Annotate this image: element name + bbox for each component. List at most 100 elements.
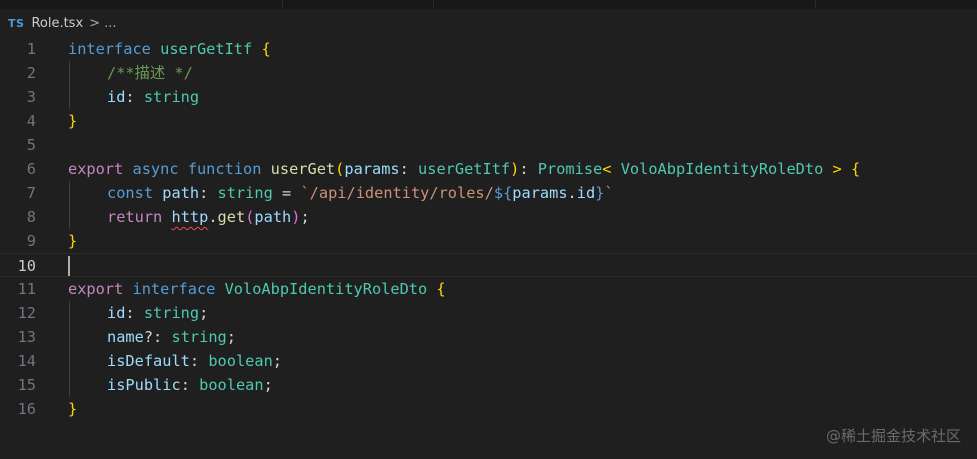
code-token: id xyxy=(576,184,596,202)
code-token: ; xyxy=(300,208,310,226)
code-token: export xyxy=(68,280,124,298)
code-token: export xyxy=(68,160,124,178)
code-line[interactable]: 16} xyxy=(0,397,977,421)
line-number: 11 xyxy=(17,280,36,298)
breadcrumb-file-name[interactable]: Role.tsx xyxy=(31,16,83,31)
code-line[interactable]: 12 id: string; xyxy=(0,301,977,325)
code-line[interactable]: 15 isPublic: boolean; xyxy=(0,373,977,397)
code-token: path xyxy=(254,208,292,226)
code-line[interactable]: 11 export interface VoloAbpIdentityRoleDt… xyxy=(0,277,977,301)
code-token: : xyxy=(189,352,209,370)
code-token: string xyxy=(143,304,200,322)
code-line[interactable]: 1 interface userGetItf { xyxy=(0,37,977,61)
code-token: : xyxy=(199,184,218,202)
code-token: name xyxy=(107,328,144,346)
code-token: get xyxy=(217,208,246,226)
code-token: Promise xyxy=(537,160,603,178)
code-line[interactable]: 8 return http.get(path); xyxy=(0,205,977,229)
line-number: 4 xyxy=(26,112,36,130)
line-number: 5 xyxy=(26,136,36,154)
code-token: path xyxy=(162,184,200,202)
tab-segment[interactable] xyxy=(434,0,816,9)
line-number: 2 xyxy=(26,64,36,82)
code-text: id: string; xyxy=(107,301,208,325)
code-line[interactable]: 14 isDefault: boolean; xyxy=(0,349,977,373)
code-token: ; xyxy=(272,352,282,370)
code-text: isPublic: boolean; xyxy=(107,373,273,397)
code-token: : xyxy=(399,160,419,178)
line-number: 3 xyxy=(26,88,36,106)
code-token: userGetItf xyxy=(418,160,511,178)
code-token: isDefault xyxy=(107,352,190,370)
code-line[interactable]: 10 xyxy=(0,253,977,277)
line-number: 14 xyxy=(17,352,36,370)
tab-segment[interactable] xyxy=(0,0,283,9)
watermark: @稀土掘金技术社区 xyxy=(825,427,961,445)
code-token: VoloAbpIdentityRoleDto xyxy=(224,280,428,298)
line-number: 9 xyxy=(26,232,36,250)
code-text: } xyxy=(68,229,77,253)
code-token: ; xyxy=(226,328,236,346)
code-token: interface xyxy=(132,280,216,298)
code-token: { xyxy=(436,280,446,298)
breadcrumb-symbol[interactable]: ... xyxy=(104,16,116,31)
code-text: } xyxy=(68,397,77,421)
code-text: return http.get(path); xyxy=(107,205,310,229)
code-token: async xyxy=(132,160,179,178)
code-editor-window: TS Role.tsx > ... 1 interface userGetItf … xyxy=(0,0,977,459)
code-text: export interface VoloAbpIdentityRoleDto … xyxy=(68,277,446,301)
code-text: isDefault: boolean; xyxy=(107,349,282,373)
code-line[interactable]: 7 const path: string = `/api/identity/rol… xyxy=(0,181,977,205)
code-token: id xyxy=(107,304,126,322)
code-line[interactable]: 3 id: string xyxy=(0,85,977,109)
code-token: params xyxy=(344,160,400,178)
editor-text-area[interactable]: 1 interface userGetItf {2/**描述 */3 id: str… xyxy=(0,37,977,437)
code-line[interactable]: 13 name?: string; xyxy=(0,325,977,349)
code-token: userGet xyxy=(270,160,336,178)
code-token: string xyxy=(143,88,200,106)
code-line[interactable]: 2 /**描述 */ xyxy=(0,61,977,85)
code-token: = xyxy=(272,184,301,202)
code-token: userGetItf xyxy=(160,40,253,58)
code-line[interactable]: 9} xyxy=(0,229,977,253)
code-token: } xyxy=(68,400,78,418)
code-token: ( xyxy=(335,160,345,178)
chevron-right-icon: > xyxy=(89,15,101,31)
tab-strip[interactable] xyxy=(0,0,977,9)
code-token: : xyxy=(125,88,144,106)
code-token: ` xyxy=(604,184,614,202)
code-token: ; xyxy=(199,304,209,322)
line-number: 6 xyxy=(26,160,36,178)
code-line[interactable]: 5 xyxy=(0,133,977,157)
code-text: id: string xyxy=(107,85,199,109)
code-token: > xyxy=(832,160,842,178)
line-number: 10 xyxy=(17,257,36,275)
code-token: } xyxy=(68,112,78,130)
code-token: /**描述 */ xyxy=(107,64,193,82)
code-line[interactable]: 4} xyxy=(0,109,977,133)
code-text: interface userGetItf { xyxy=(68,37,271,61)
code-token: VoloAbpIdentityRoleDto xyxy=(620,160,824,178)
line-number: 12 xyxy=(17,304,36,322)
code-token: boolean xyxy=(208,352,273,370)
tab-segment[interactable] xyxy=(283,0,434,9)
code-token: string xyxy=(217,184,273,202)
code-token: params xyxy=(512,184,568,202)
breadcrumb: TS Role.tsx > ... xyxy=(0,9,977,37)
code-token: ?: xyxy=(143,328,172,346)
code-token: id xyxy=(107,88,126,106)
code-text: export async function userGet(params: us… xyxy=(68,157,860,181)
code-token: const xyxy=(107,184,154,202)
code-token: : xyxy=(125,304,144,322)
code-text: /**描述 */ xyxy=(107,61,193,85)
code-line[interactable]: 6 export async function userGet(params: u… xyxy=(0,157,977,181)
line-number: 1 xyxy=(26,40,36,58)
code-token: ) xyxy=(510,160,520,178)
